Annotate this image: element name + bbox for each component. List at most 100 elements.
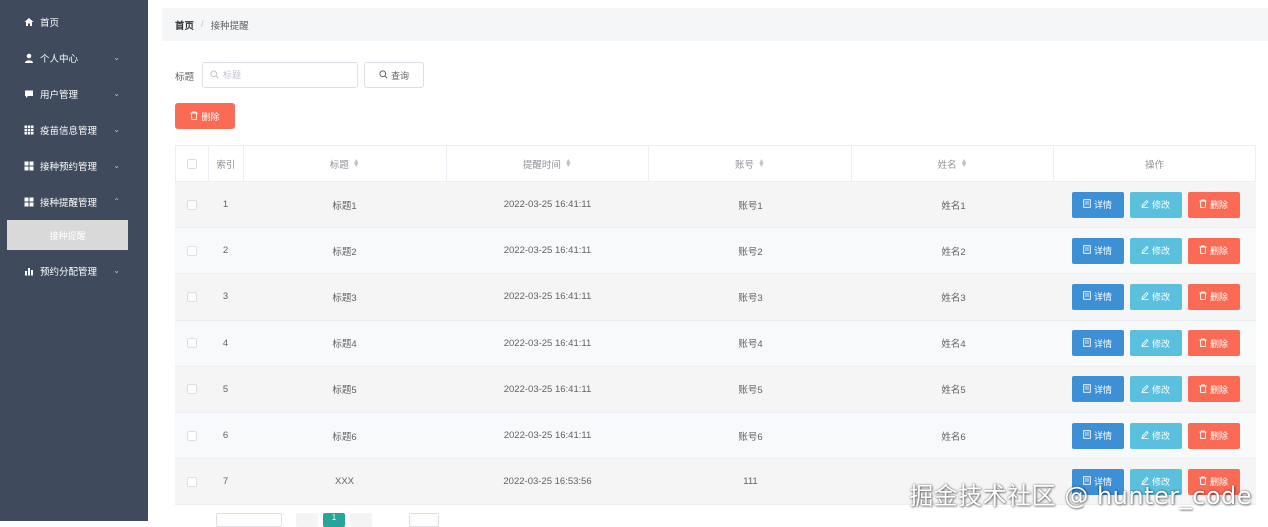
- row-checkbox[interactable]: [186, 245, 197, 256]
- header-label: 提醒时间: [522, 159, 561, 171]
- row-checkbox[interactable]: [186, 199, 197, 210]
- table-row: 4 标题4 2022-03-25 16:41:11 账号4 姓名4 详情 修改 …: [175, 320, 1256, 367]
- sidebar-item-label: 疫苗信息管理: [40, 126, 98, 137]
- header-reminder-time[interactable]: 提醒时间 ▲ ▼: [447, 146, 650, 181]
- prev-page-button[interactable]: [296, 513, 318, 527]
- trash-icon: [1199, 199, 1207, 210]
- edit-button[interactable]: 修改: [1129, 376, 1182, 403]
- cell-index: 7: [222, 476, 229, 488]
- sidebar-item-vaccine-info[interactable]: 疫苗信息管理 ⌄: [0, 112, 148, 148]
- cell-account: 账号1: [738, 200, 763, 212]
- edit-button[interactable]: 修改: [1129, 283, 1182, 310]
- cell-title: 标题5: [332, 385, 357, 397]
- sort-icon[interactable]: ▲ ▼: [758, 158, 765, 169]
- sort-icon[interactable]: ▲ ▼: [961, 158, 968, 169]
- cell-name: 姓名6: [941, 431, 966, 443]
- cell-name: 姓名1: [941, 200, 966, 212]
- next-page-button[interactable]: [350, 513, 372, 527]
- edit-button[interactable]: 修改: [1129, 237, 1182, 264]
- sidebar-item-personal-center[interactable]: 个人中心 ⌄: [0, 40, 148, 76]
- breadcrumb: 首页 / 接种提醒: [162, 8, 1268, 41]
- cell-account: 账号4: [738, 339, 763, 351]
- sidebar-item-label: 接种预约管理: [40, 162, 98, 173]
- detail-button[interactable]: 详情: [1071, 330, 1124, 357]
- detail-button[interactable]: 详情: [1071, 283, 1124, 310]
- search-input[interactable]: [223, 70, 343, 80]
- goto-page-input[interactable]: [409, 513, 439, 527]
- sidebar-item-home[interactable]: 首页: [0, 4, 148, 40]
- cell-name: 姓名5: [941, 385, 966, 397]
- cell-account: 账号2: [738, 246, 763, 258]
- cell-name: 姓名3: [941, 292, 966, 304]
- cell-reminder-time: 2022-03-25 16:53:56: [503, 476, 592, 488]
- search-input-wrapper[interactable]: [202, 62, 358, 88]
- header-title[interactable]: 标题 ▲ ▼: [244, 146, 447, 181]
- edit-label: 修改: [1151, 292, 1170, 303]
- delete-button[interactable]: 删除: [1187, 283, 1240, 310]
- cell-reminder-time: 2022-03-25 16:41:11: [503, 291, 592, 303]
- delete-label: 删除: [1209, 431, 1228, 442]
- trash-icon: [1199, 384, 1207, 395]
- edit-label: 修改: [1151, 431, 1170, 442]
- document-icon: [1083, 430, 1091, 441]
- page-size-select[interactable]: [216, 513, 282, 527]
- edit-button[interactable]: 修改: [1129, 422, 1182, 449]
- row-checkbox[interactable]: [186, 338, 197, 349]
- cell-operations: 详情 修改 删除: [1055, 228, 1256, 273]
- chevron-down-icon: ⌄: [113, 266, 120, 275]
- apps-icon: [24, 197, 34, 207]
- delete-button[interactable]: 删除: [1187, 237, 1240, 264]
- sidebar-item-label: 个人中心: [40, 54, 79, 65]
- header-operations: 操作: [1054, 146, 1255, 181]
- batch-delete-label: 删除: [201, 111, 220, 122]
- header-name[interactable]: 姓名 ▲ ▼: [852, 146, 1055, 181]
- edit-button[interactable]: 修改: [1129, 330, 1182, 357]
- delete-button[interactable]: 删除: [1187, 376, 1240, 403]
- row-checkbox[interactable]: [186, 476, 197, 487]
- row-checkbox[interactable]: [186, 430, 197, 441]
- detail-button[interactable]: 详情: [1071, 422, 1124, 449]
- breadcrumb-separator: /: [201, 19, 204, 30]
- detail-button[interactable]: 详情: [1071, 376, 1124, 403]
- sidebar-item-allocation[interactable]: 预约分配管理 ⌄: [0, 253, 148, 289]
- detail-label: 详情: [1093, 246, 1112, 257]
- row-actions: 详情 修改 删除: [1071, 283, 1240, 310]
- detail-button[interactable]: 详情: [1071, 191, 1124, 218]
- sidebar-item-reminder-management[interactable]: 接种提醒管理 ⌃: [0, 184, 148, 220]
- delete-button[interactable]: 删除: [1187, 191, 1240, 218]
- breadcrumb-home[interactable]: 首页: [175, 18, 194, 32]
- sidebar-item-appointment[interactable]: 接种预约管理 ⌄: [0, 148, 148, 184]
- header-account[interactable]: 账号 ▲ ▼: [649, 146, 852, 181]
- row-checkbox[interactable]: [186, 291, 197, 302]
- detail-button[interactable]: 详情: [1071, 237, 1124, 264]
- row-checkbox[interactable]: [186, 384, 197, 395]
- edit-icon: [1141, 199, 1149, 210]
- row-actions: 详情 修改 删除: [1071, 330, 1240, 357]
- delete-button[interactable]: 删除: [1187, 422, 1240, 449]
- cell-index: 5: [222, 383, 229, 395]
- table-body: 1 标题1 2022-03-25 16:41:11 账号1 姓名1 详情 修改 …: [175, 182, 1256, 506]
- sort-icon[interactable]: ▲ ▼: [565, 158, 572, 169]
- cell-account: 111: [743, 476, 758, 488]
- sidebar-subitem-reminder[interactable]: 接种提醒: [7, 220, 128, 250]
- header-label: 账号: [734, 159, 754, 171]
- sidebar-item-label: 预约分配管理: [40, 267, 98, 278]
- sidebar-item-user-management[interactable]: 用户管理 ⌄: [0, 76, 148, 112]
- document-icon: [1083, 245, 1091, 256]
- delete-button[interactable]: 删除: [1187, 330, 1240, 357]
- edit-button[interactable]: 修改: [1129, 191, 1182, 218]
- sort-icon[interactable]: ▲ ▼: [353, 158, 360, 169]
- trash-icon: [1199, 245, 1207, 256]
- edit-icon: [1141, 291, 1149, 302]
- watermark: 掘金技术社区 @ hunter_code: [909, 482, 1252, 510]
- current-page-button[interactable]: 1: [323, 513, 345, 527]
- document-icon: [1083, 384, 1091, 395]
- cell-account: 账号6: [738, 431, 763, 443]
- search-icon: [379, 69, 388, 81]
- select-all-checkbox[interactable]: [186, 158, 197, 169]
- detail-label: 详情: [1093, 292, 1112, 303]
- row-checkbox-cell: [175, 182, 208, 227]
- sidebar-subitem-label: 接种提醒: [49, 230, 86, 241]
- batch-delete-button[interactable]: 删除: [175, 103, 235, 129]
- query-button[interactable]: 查询: [364, 62, 424, 88]
